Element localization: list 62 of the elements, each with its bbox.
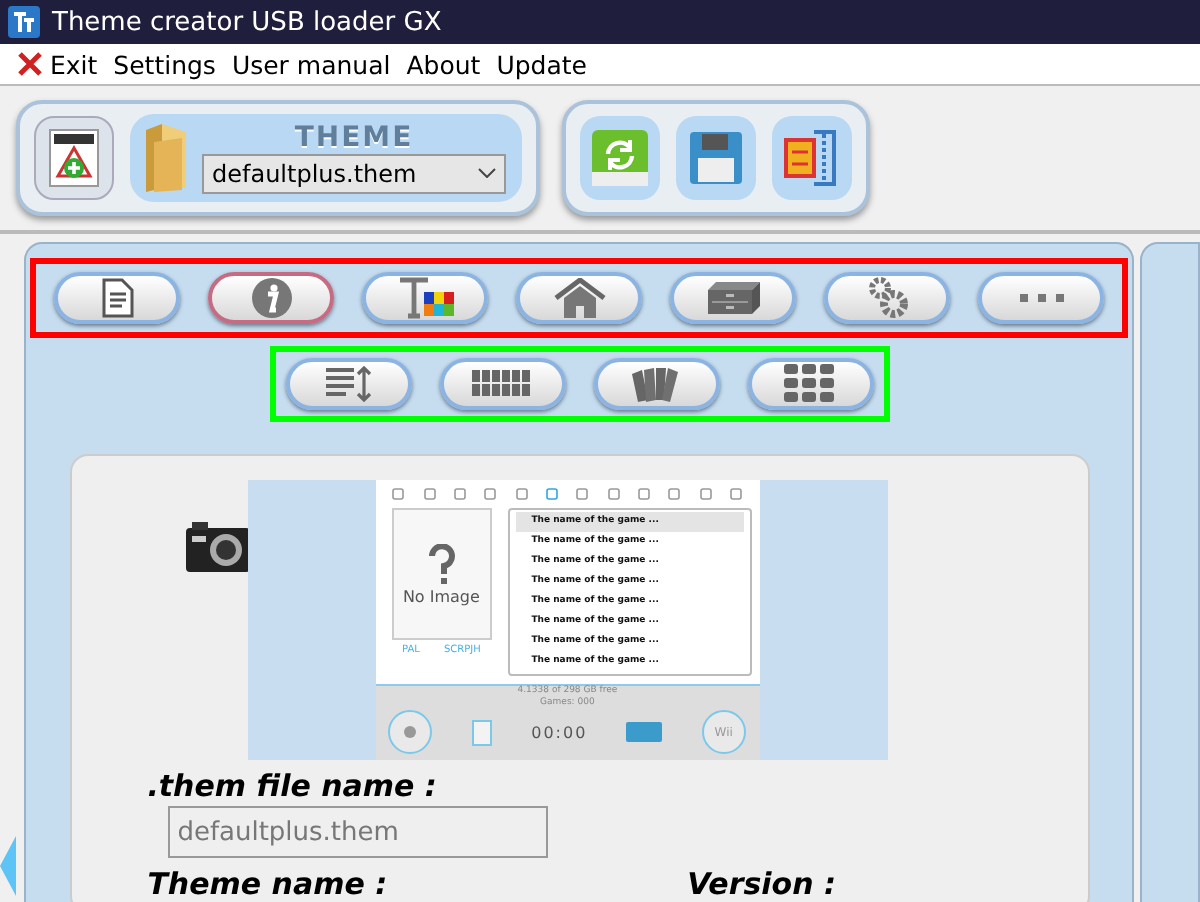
camera-icon <box>183 520 252 576</box>
toolbar-icon <box>729 488 742 500</box>
grid-icon <box>784 364 837 404</box>
more-icon <box>1017 292 1066 304</box>
file-name-field[interactable]: defaultplus.them <box>167 806 548 858</box>
toolbar-icon <box>668 488 681 500</box>
tray-icon <box>626 722 663 742</box>
layout-tab[interactable] <box>285 358 412 410</box>
toolbar-icon <box>484 488 497 500</box>
toolbar-icon <box>607 488 620 500</box>
left-arrow-icon <box>0 836 16 896</box>
section-tab[interactable] <box>208 272 335 324</box>
section-tab[interactable] <box>362 272 489 324</box>
section-tab[interactable] <box>824 272 951 324</box>
theme-add-icon <box>48 128 100 188</box>
toolbar-icon <box>392 488 405 500</box>
section-tab[interactable] <box>516 272 643 324</box>
theme-name-label: Theme name : <box>147 868 388 900</box>
sd-card-icon <box>472 719 493 745</box>
clock: 00:00 <box>531 723 588 741</box>
toolbar-icon <box>423 488 436 500</box>
window-title: Theme creator USB loader GX <box>52 7 442 37</box>
gears-icon <box>865 276 910 320</box>
version-label: Version : <box>687 868 836 900</box>
section-tab[interactable] <box>54 272 181 324</box>
close-icon <box>16 50 44 78</box>
section-tab[interactable] <box>670 272 797 324</box>
toolbar-icon <box>637 488 650 500</box>
menu-item[interactable]: About <box>398 49 489 79</box>
list-icon <box>324 366 373 402</box>
archive-button[interactable] <box>772 116 852 200</box>
save-button[interactable] <box>676 116 756 200</box>
file-name-label: .them file name : <box>147 770 439 802</box>
menu-item[interactable]: User manual <box>223 49 399 79</box>
cover-label: No Image <box>402 587 480 605</box>
drawer-icon <box>703 280 764 316</box>
document-icon <box>101 278 134 318</box>
chevron-icon <box>478 168 496 178</box>
new-theme-button[interactable] <box>34 116 114 200</box>
toolbar-icon <box>576 488 589 500</box>
theme-title: THEME <box>294 123 414 151</box>
layout-tab[interactable] <box>439 358 566 410</box>
floppy-icon <box>688 130 744 186</box>
info-icon <box>249 276 294 320</box>
question-mark-icon <box>427 543 456 587</box>
app-icon <box>8 6 40 38</box>
refresh-icon <box>590 128 650 188</box>
menu-item[interactable]: Update <box>488 49 595 79</box>
toolbar-icon <box>545 488 558 500</box>
menu-item[interactable]: Exit <box>8 49 106 79</box>
home-icon <box>551 278 608 318</box>
menu-item[interactable]: Settings <box>105 49 224 79</box>
toolbar-icon <box>699 488 712 500</box>
grid-icon <box>472 370 533 398</box>
theme-dropdown[interactable]: defaultplus.them <box>202 153 506 193</box>
section-tab[interactable] <box>978 272 1105 324</box>
layout-tab[interactable] <box>747 358 874 410</box>
text-colors-icon <box>395 276 456 320</box>
toolbar-icon <box>454 488 466 500</box>
layout-tab[interactable] <box>593 358 720 410</box>
toolbar-icon <box>515 488 528 500</box>
archive-icon <box>782 128 842 188</box>
